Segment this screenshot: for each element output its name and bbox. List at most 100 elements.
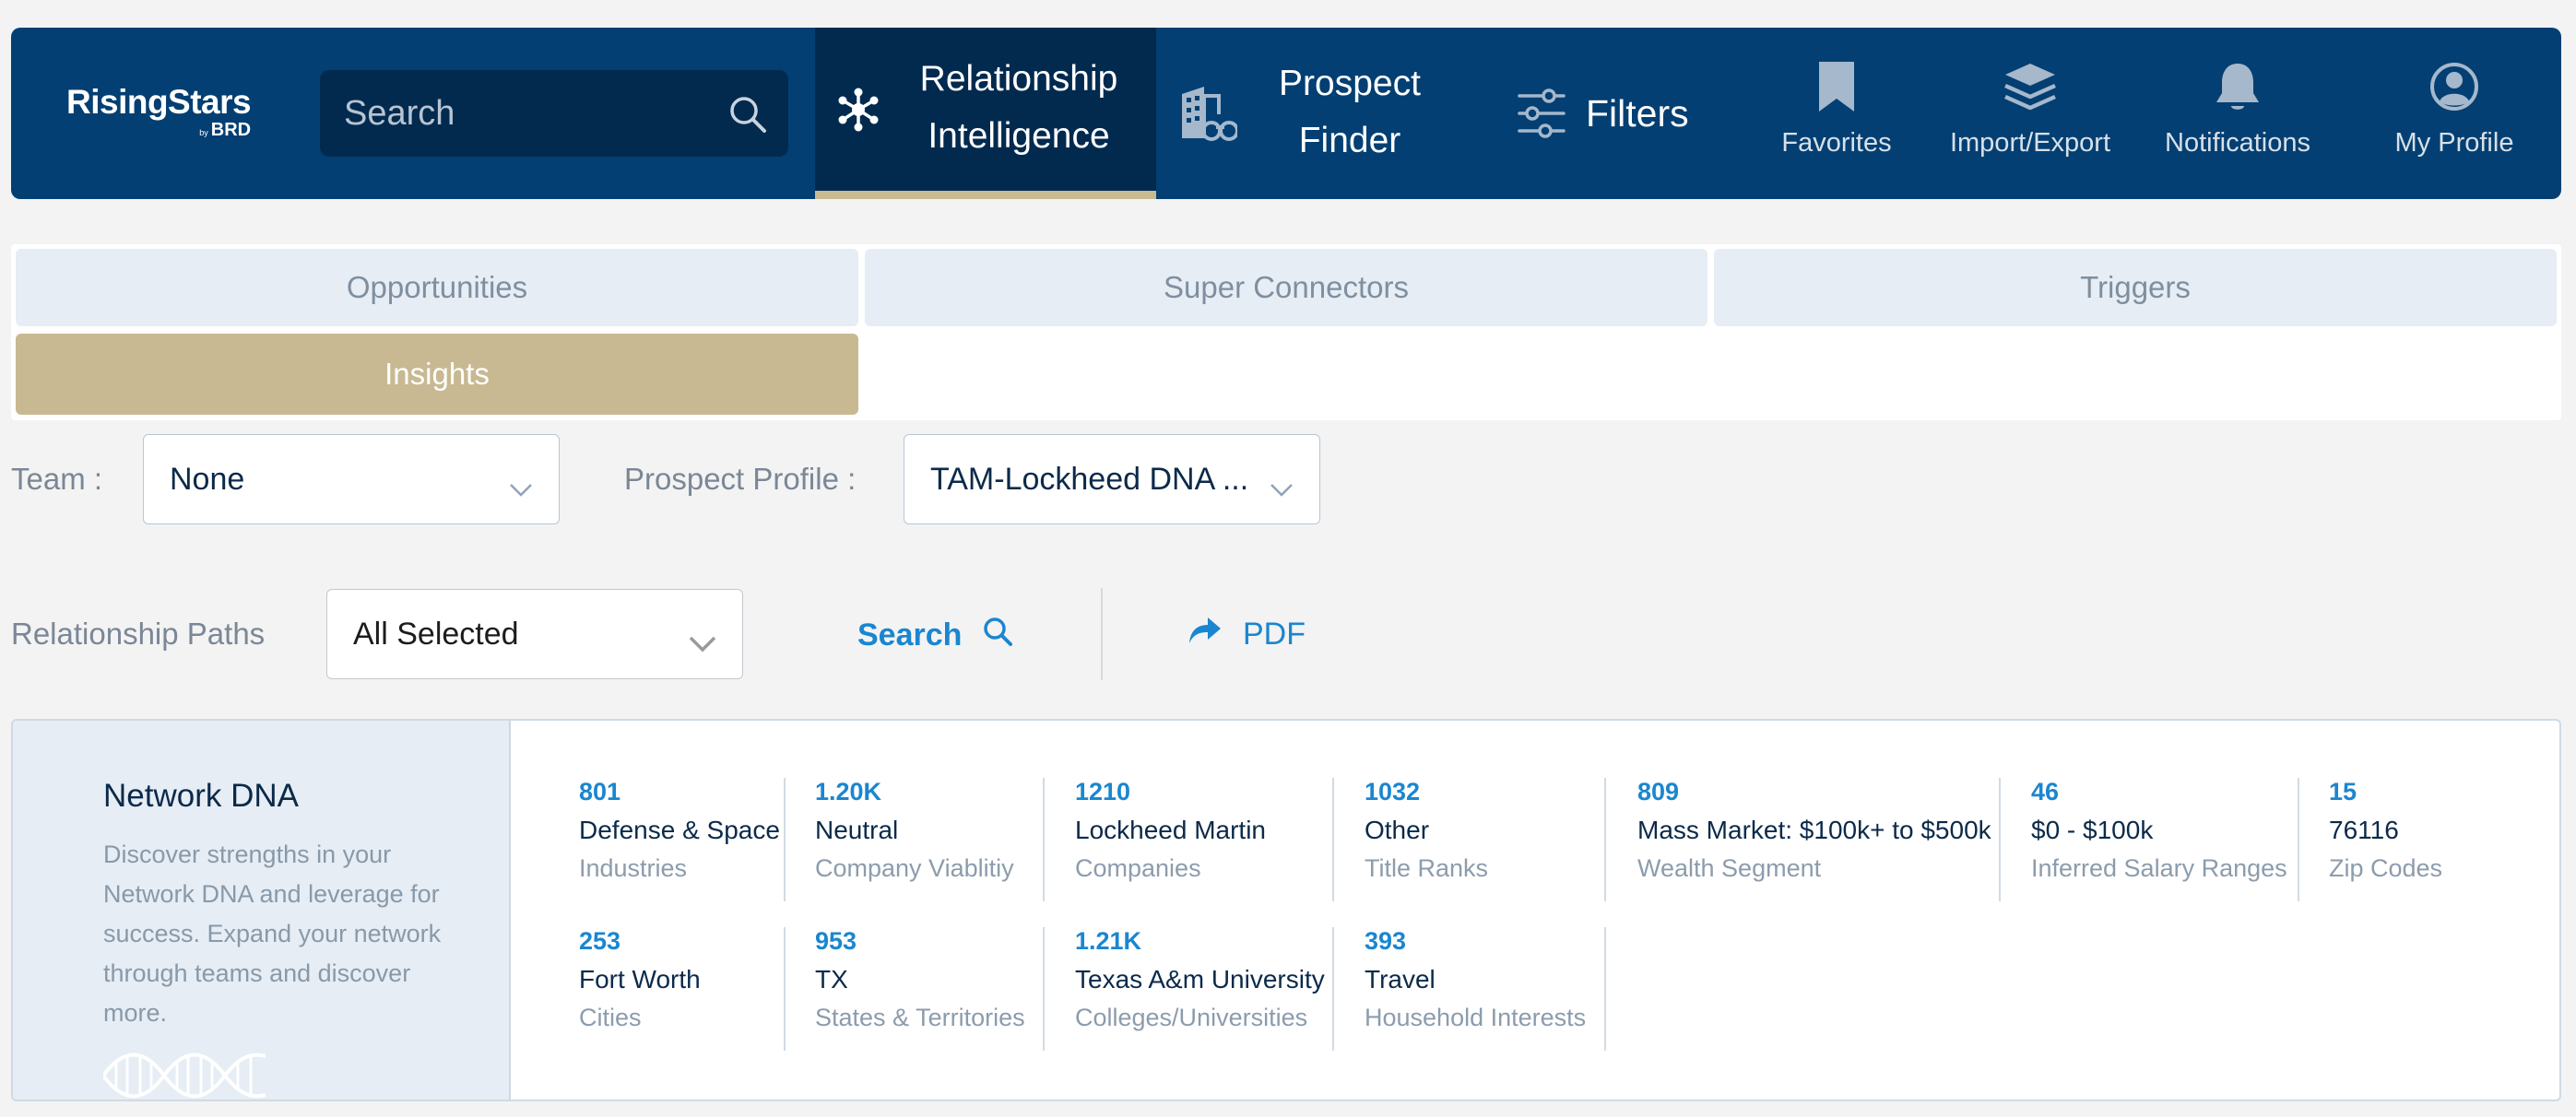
nav-relationship-label: Relationship Intelligence	[919, 59, 1118, 156]
nav-my-profile[interactable]: My Profile	[2362, 28, 2546, 199]
stat-title-ranks[interactable]: 1032 Other Title Ranks	[1365, 778, 1488, 883]
bell-icon	[2141, 60, 2334, 121]
stat-salary-ranges[interactable]: 46 $0 - $100k Inferred Salary Ranges	[2031, 778, 2287, 883]
stat-value: 953	[815, 927, 857, 955]
tab-triggers[interactable]: Triggers	[1714, 249, 2557, 326]
stat-divider	[1043, 927, 1045, 1051]
nav-favorites[interactable]: Favorites	[1744, 28, 1929, 199]
stat-name: Lockheed Martin	[1075, 816, 1267, 844]
stat-value: 1032	[1365, 778, 1421, 805]
network-dna-description: Discover strengths in your Network DNA a…	[103, 841, 442, 1027]
nav-my-profile-group: My Profile	[2362, 60, 2546, 159]
nav-import-export-label: Import/Export	[1949, 128, 2111, 158]
stat-name: $0 - $100k	[2031, 816, 2154, 844]
stat-name: Defense & Space	[579, 816, 780, 844]
stat-name: Travel	[1365, 965, 1436, 994]
tab-insights[interactable]: Insights	[16, 334, 858, 415]
stat-divider	[1332, 927, 1334, 1051]
nav-my-profile-label: My Profile	[2394, 128, 2514, 158]
stat-company-viability[interactable]: 1.20K Neutral Company Viablitiy	[815, 778, 1014, 883]
stat-divider	[2298, 778, 2299, 901]
team-select[interactable]: None	[143, 434, 560, 524]
bookmark-icon	[1744, 60, 1929, 121]
nav-favorites-group: Favorites	[1744, 60, 1929, 159]
stat-divider	[784, 778, 786, 901]
stat-wealth-segment[interactable]: 809 Mass Market: $100k+ to $500k Wealth …	[1637, 778, 1991, 883]
network-icon	[835, 87, 881, 137]
stat-divider	[1043, 778, 1045, 901]
dna-helix-icon	[101, 1045, 266, 1099]
search-button-label: Search	[857, 617, 963, 653]
prospect-profile-label: Prospect Profile :	[624, 462, 857, 496]
stat-name: Texas A&m University	[1075, 965, 1325, 994]
stat-cities[interactable]: 253 Fort Worth Cities	[579, 927, 701, 1032]
active-tab-indicator	[815, 191, 1156, 199]
sliders-icon	[1518, 88, 1566, 143]
search-icon[interactable]	[727, 94, 768, 139]
nav-notifications-group: Notifications	[2141, 60, 2334, 159]
stat-industries[interactable]: 801 Defense & Space Industries	[579, 778, 780, 883]
team-label: Team :	[11, 462, 103, 496]
tab-super-connectors[interactable]: Super Connectors	[865, 249, 1707, 326]
prospect-profile-value: TAM-Lockheed DNA ...	[930, 461, 1249, 497]
stat-colleges[interactable]: 1.21K Texas A&m University Colleges/Univ…	[1075, 927, 1325, 1032]
stat-divider	[784, 927, 786, 1051]
stat-household-interests[interactable]: 393 Travel Household Interests	[1365, 927, 1586, 1032]
stat-value: 809	[1637, 778, 1680, 805]
nav-prospect-label: Prospect Finder	[1279, 64, 1421, 160]
nav-notifications[interactable]: Notifications	[2141, 28, 2334, 199]
stat-zip-codes[interactable]: 15 76116 Zip Codes	[2329, 778, 2442, 883]
nav-filters[interactable]: Filters	[1507, 28, 1728, 199]
stat-category: Cities	[579, 1004, 642, 1031]
prospect-profile-select[interactable]: TAM-Lockheed DNA ...	[904, 434, 1320, 524]
top-navigation: RisingStars byBRD Relationship	[11, 28, 2561, 199]
stat-divider	[1999, 778, 2001, 901]
stat-name: 76116	[2329, 816, 2399, 844]
pdf-export-button[interactable]: PDF	[1188, 616, 1306, 653]
stat-value: 801	[579, 778, 621, 805]
stat-divider	[1604, 778, 1606, 901]
stat-states[interactable]: 953 TX States & Territories	[815, 927, 1025, 1032]
stat-category: Inferred Salary Ranges	[2031, 854, 2287, 882]
tab-opportunities[interactable]: Opportunities	[16, 249, 858, 326]
stat-value: 1.20K	[815, 778, 882, 805]
insight-tabs: Opportunities Super Connectors Triggers …	[11, 244, 2561, 420]
search-icon	[982, 616, 1013, 655]
stat-category: Colleges/Universities	[1075, 1004, 1308, 1031]
nav-import-export[interactable]: Import/Export	[1929, 28, 2132, 199]
nav-import-export-group: Import/Export	[1929, 60, 2132, 159]
stat-value: 393	[1365, 927, 1407, 955]
stat-name: Fort Worth	[579, 965, 701, 994]
stat-value: 1210	[1075, 778, 1131, 805]
search-input[interactable]	[320, 70, 707, 157]
stat-name: Other	[1365, 816, 1430, 844]
stat-divider	[1604, 927, 1606, 1051]
stat-value: 1.21K	[1075, 927, 1142, 955]
stat-companies[interactable]: 1210 Lockheed Martin Companies	[1075, 778, 1266, 883]
nav-prospect-finder[interactable]: Prospect Finder	[1156, 28, 1460, 199]
chevron-down-icon	[689, 625, 716, 661]
risingstars-logo[interactable]: RisingStars by BRD	[66, 85, 252, 140]
stat-value: 253	[579, 927, 621, 955]
nav-relationship-intelligence[interactable]: Relationship Intelligence	[815, 28, 1156, 199]
stat-name: TX	[815, 965, 848, 994]
stat-category: Company Viablitiy	[815, 854, 1014, 882]
stat-category: Zip Codes	[2329, 854, 2443, 882]
stat-category: Companies	[1075, 854, 1201, 882]
stat-category: States & Territories	[815, 1004, 1025, 1031]
nav-notifications-label: Notifications	[2165, 128, 2310, 158]
nav-filters-label: Filters	[1586, 92, 1689, 135]
team-select-value: None	[170, 461, 245, 497]
network-dna-card: Network DNA Discover strengths in your N…	[11, 719, 2561, 1101]
stat-category: Household Interests	[1365, 1004, 1587, 1031]
relationship-paths-select[interactable]: All Selected	[326, 589, 743, 679]
action-divider	[1101, 588, 1103, 680]
network-dna-title: Network DNA	[103, 778, 299, 814]
stat-value: 15	[2329, 778, 2357, 805]
share-arrow-icon	[1188, 616, 1223, 653]
chevron-down-icon	[509, 470, 533, 506]
search-button[interactable]: Search	[857, 616, 1013, 655]
nav-favorites-label: Favorites	[1781, 128, 1892, 158]
building-binoculars-icon	[1176, 83, 1239, 147]
relationship-paths-label: Relationship Paths	[11, 617, 266, 651]
